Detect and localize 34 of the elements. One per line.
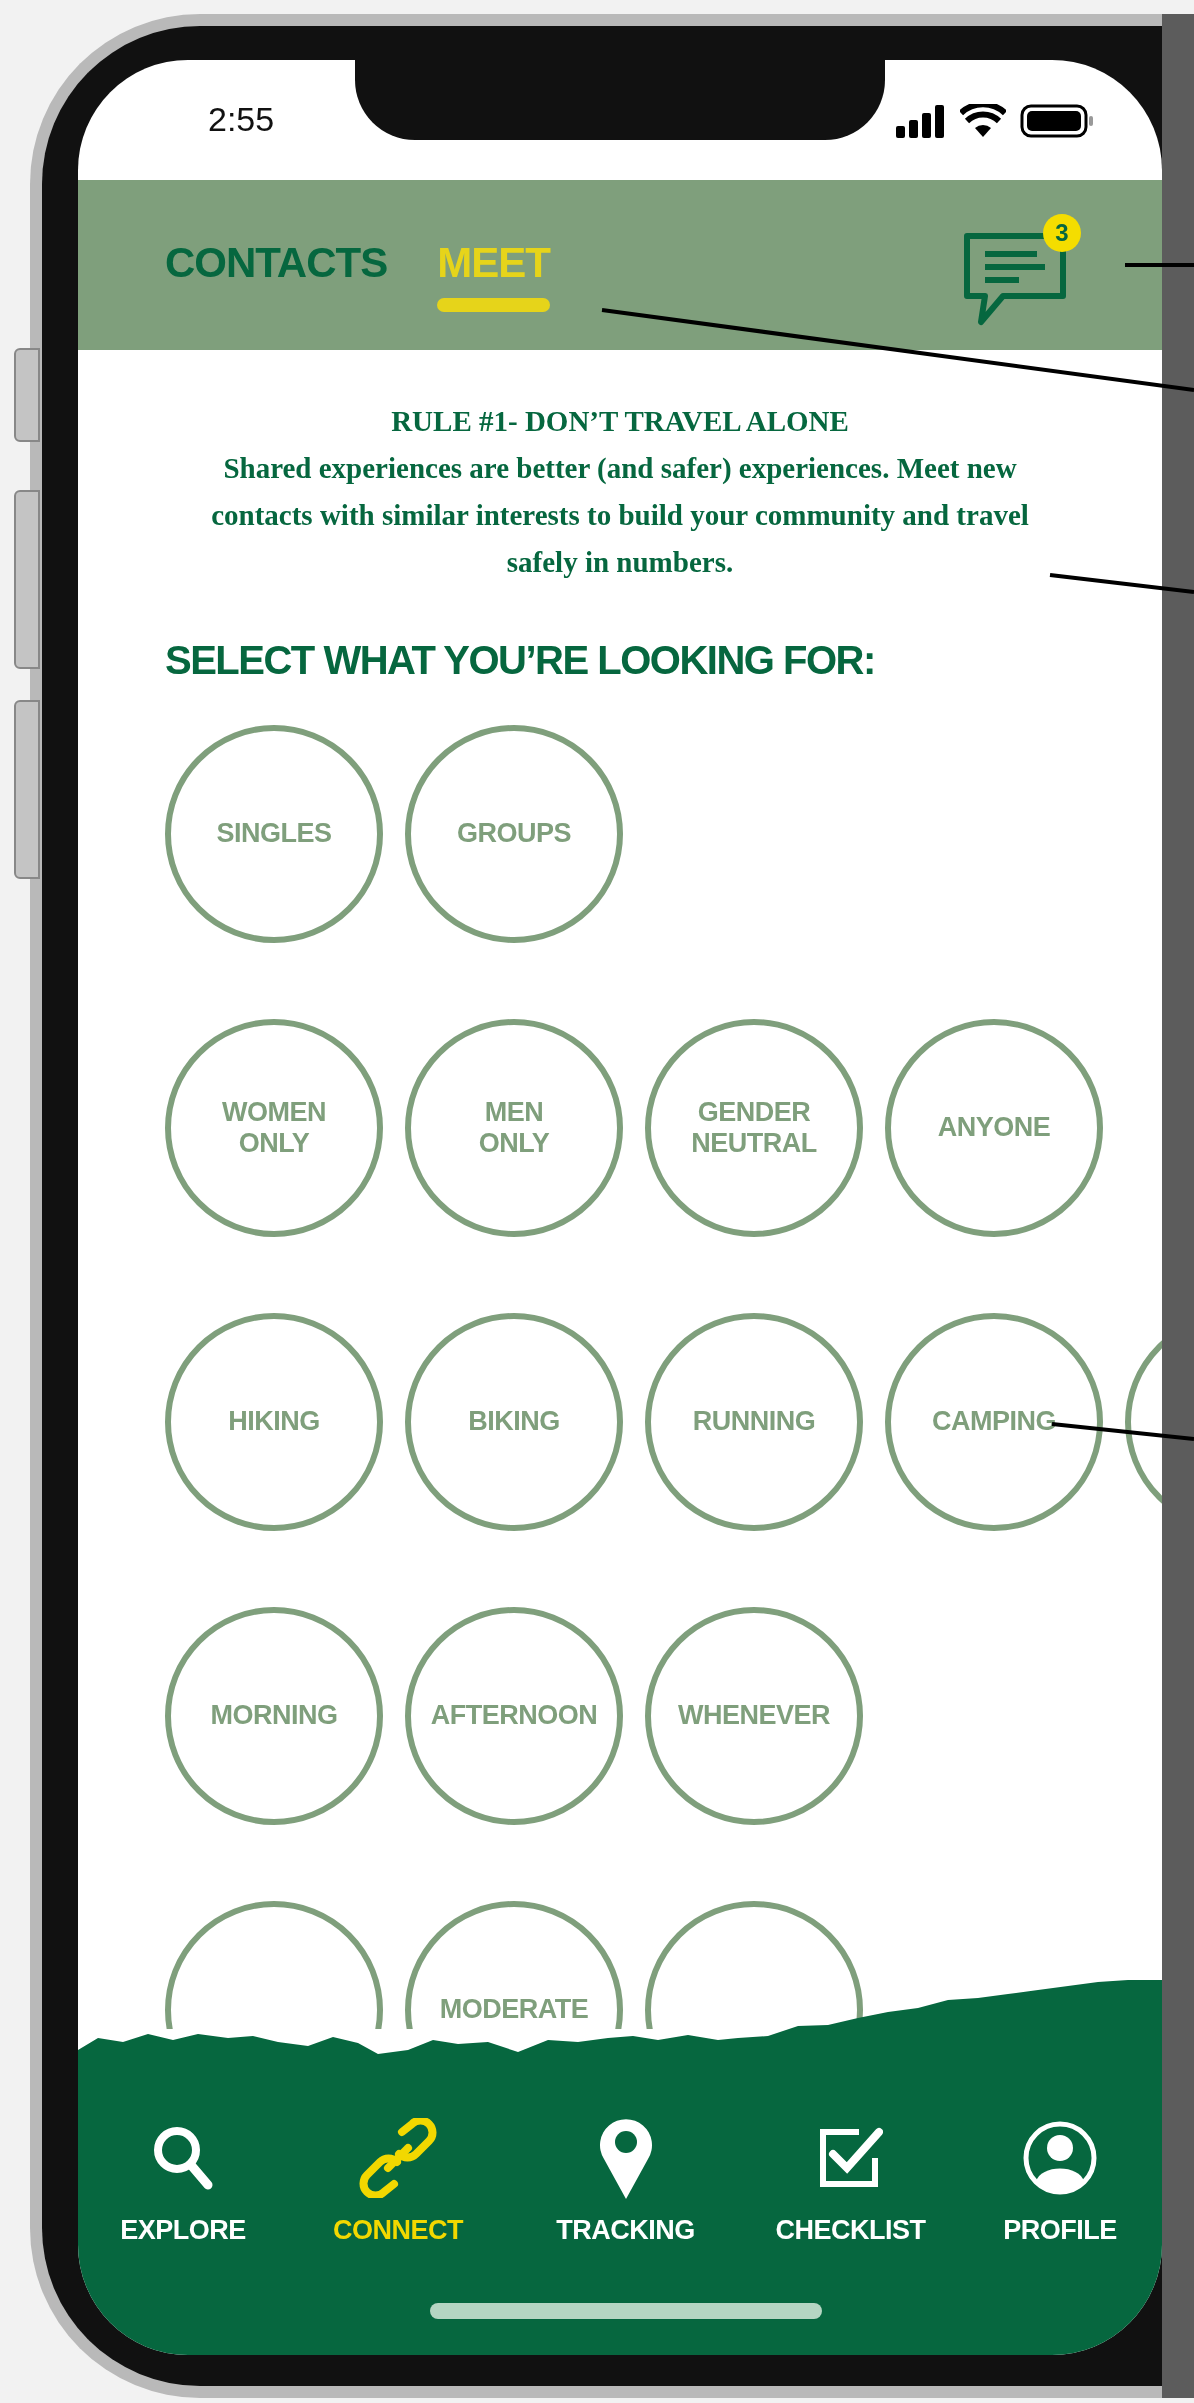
status-time: 2:55 bbox=[208, 100, 275, 139]
tab[interactable]: CONTACTS bbox=[165, 232, 388, 294]
profile-icon bbox=[1022, 2120, 1098, 2196]
option-circle[interactable]: HIKING bbox=[165, 1313, 383, 1531]
option-circle[interactable]: AFTERNOON bbox=[405, 1607, 623, 1825]
rule-title: RULE #1- DON’T TRAVEL ALONE bbox=[390, 404, 850, 439]
search-icon bbox=[152, 2125, 214, 2191]
option-circle[interactable]: MORNING bbox=[165, 1607, 383, 1825]
option-circle[interactable]: GROUPS bbox=[405, 725, 623, 943]
chain-link-icon bbox=[358, 2118, 438, 2198]
option-circle[interactable]: BIKING bbox=[405, 1313, 623, 1531]
intro-paragraph: Shared experiences are better (and safer) experiences. Meet new contacts with similar interests to build your community and travel safely in numbers. bbox=[210, 451, 1030, 580]
nav-tab[interactable]: CHECKLIST bbox=[743, 2115, 958, 2246]
tab[interactable]: MEET bbox=[437, 232, 550, 294]
option-circle[interactable]: WOMEN ONLY bbox=[165, 1019, 383, 1237]
wifi-icon bbox=[960, 104, 1006, 138]
option-circle[interactable]: WHENEVER bbox=[645, 1607, 863, 1825]
option-circle[interactable]: MODERATE bbox=[405, 1901, 623, 2029]
checkbox-icon bbox=[818, 2126, 883, 2190]
nav-tab[interactable]: EXPLORE bbox=[78, 2115, 288, 2246]
option-circle[interactable]: GENDER NEUTRAL bbox=[645, 1019, 863, 1237]
option-circle[interactable]: RUNNING bbox=[645, 1313, 863, 1531]
option-circle[interactable]: CAMPING bbox=[885, 1313, 1103, 1531]
option-circle[interactable]: SINGLES bbox=[165, 725, 383, 943]
nav-tab[interactable]: TRACKING bbox=[508, 2115, 743, 2246]
leader-line bbox=[1125, 263, 1194, 267]
battery-icon bbox=[1020, 104, 1094, 138]
nav-tab[interactable]: CONNECT bbox=[288, 2115, 508, 2246]
notification-badge: 3 bbox=[1043, 214, 1081, 252]
option-circle[interactable]: ANYONE bbox=[885, 1019, 1103, 1237]
option-circle[interactable]: MEN ONLY bbox=[405, 1019, 623, 1237]
signal-icon bbox=[896, 104, 946, 138]
section-heading: SELECT WHAT YOU’RE LOOKING FOR: bbox=[165, 638, 876, 683]
nav-tab[interactable]: PROFILE bbox=[958, 2115, 1162, 2246]
